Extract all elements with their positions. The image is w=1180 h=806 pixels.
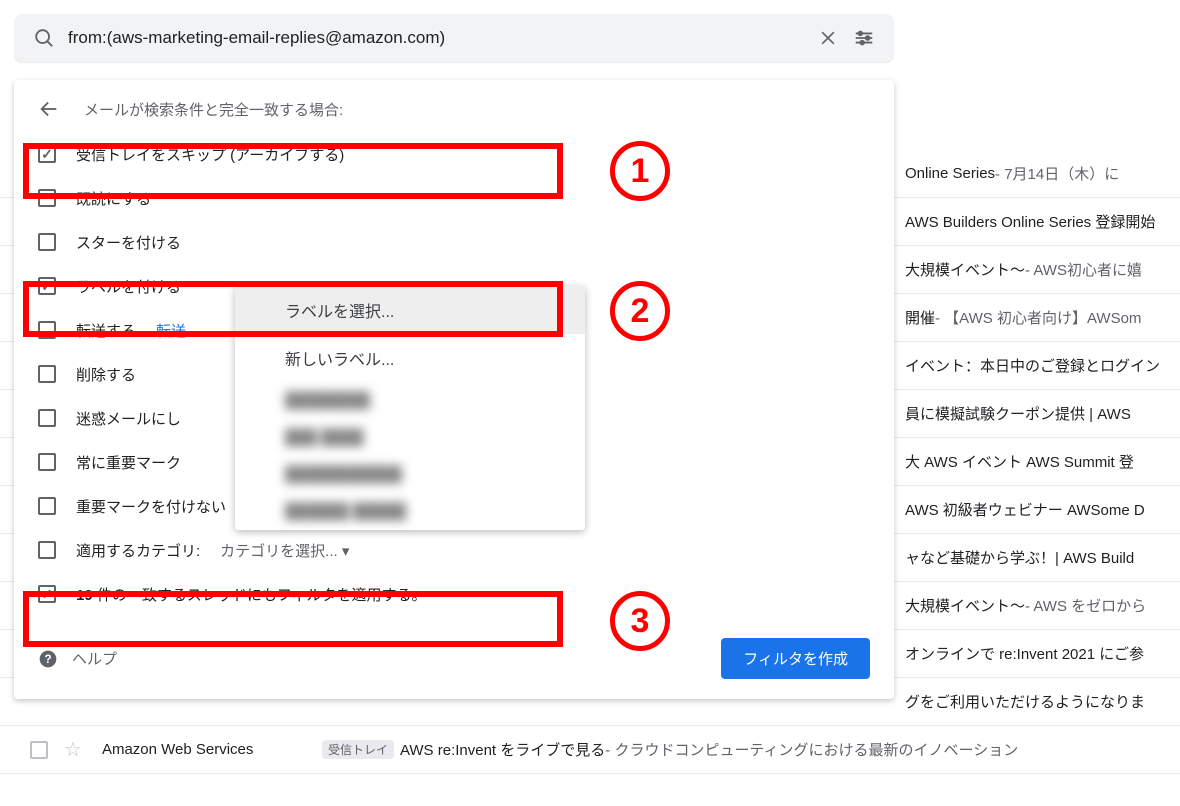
label-option-new[interactable]: 新しいラベル... (235, 334, 585, 382)
tune-icon[interactable] (846, 27, 882, 49)
checkbox[interactable] (38, 409, 56, 427)
checkbox[interactable] (38, 497, 56, 515)
email-row[interactable]: ☆ Amazon Web Services 受信トレイ AWS re:Inven… (0, 726, 1180, 774)
option-star[interactable]: スターを付ける (38, 220, 870, 264)
label-option-blurred[interactable]: ████████ (235, 382, 585, 419)
option-also-apply[interactable]: 19 件の一致するスレッドにもフィルタを適用する。 (38, 572, 870, 616)
row-sender: Amazon Web Services (102, 741, 322, 758)
label-select-popup: ラベルを選択... 新しいラベル... ████████ ███ ████ ██… (235, 286, 585, 530)
checkbox[interactable] (38, 541, 56, 559)
option-mark-read[interactable]: 既読にする (38, 176, 870, 220)
option-skip-inbox[interactable]: 受信トレイをスキップ (アーカイブする) (38, 132, 870, 176)
annotation-number: 2 (610, 281, 670, 341)
forward-link[interactable]: 転送 (156, 320, 186, 341)
checkbox[interactable] (38, 585, 56, 603)
row-preview: - クラウドコンピューティングにおける最新のイノベーション (605, 739, 1018, 760)
create-filter-button[interactable]: フィルタを作成 (721, 638, 870, 679)
checkbox[interactable] (38, 277, 56, 295)
search-input[interactable] (62, 28, 810, 48)
category-select[interactable]: カテゴリを選択... ▾ (220, 540, 349, 561)
option-category[interactable]: 適用するカテゴリ: カテゴリを選択... ▾ (38, 528, 870, 572)
panel-title: メールが検索条件と完全一致する場合: (84, 99, 343, 120)
inbox-badge: 受信トレイ (322, 740, 394, 759)
checkbox[interactable] (38, 189, 56, 207)
help-link[interactable]: ? ヘルプ (38, 648, 117, 669)
label-option-blurred[interactable]: ███ ████ (235, 419, 585, 456)
row-checkbox[interactable] (30, 741, 48, 759)
checkbox[interactable] (38, 145, 56, 163)
search-icon[interactable] (26, 27, 62, 49)
search-bar (14, 14, 894, 62)
checkbox[interactable] (38, 453, 56, 471)
label-option-blurred[interactable]: ███████████ (235, 456, 585, 493)
annotation-number: 3 (610, 591, 670, 651)
label-option-blurred[interactable]: ██████ █████ (235, 493, 585, 530)
label-option-select[interactable]: ラベルを選択... (235, 286, 585, 334)
annotation-number: 1 (610, 141, 670, 201)
back-arrow-icon[interactable] (38, 98, 60, 120)
row-subject: AWS re:Invent をライブで見る (400, 739, 605, 760)
checkbox[interactable] (38, 365, 56, 383)
help-icon: ? (38, 649, 58, 669)
checkbox[interactable] (38, 321, 56, 339)
clear-icon[interactable] (810, 28, 846, 48)
svg-text:?: ? (44, 653, 51, 666)
checkbox[interactable] (38, 233, 56, 251)
star-icon[interactable]: ☆ (64, 737, 82, 762)
